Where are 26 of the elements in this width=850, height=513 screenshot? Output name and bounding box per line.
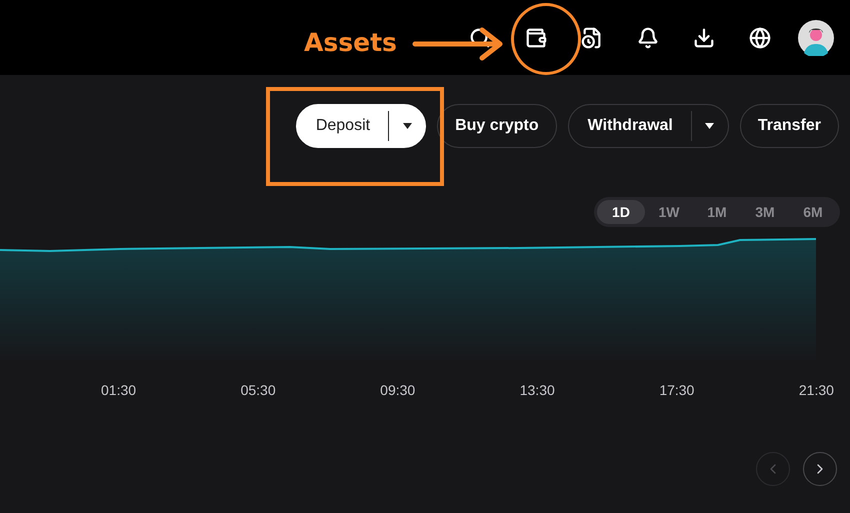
- axis-label: 01:30: [101, 382, 136, 398]
- action-button[interactable]: Transfer: [740, 104, 839, 148]
- annotation-circle: [511, 3, 581, 75]
- axis-label: 21:30: [798, 382, 834, 398]
- axis-label: 17:30: [659, 382, 694, 398]
- annotation-label: Assets: [304, 28, 397, 57]
- period-tab[interactable]: 1W: [645, 200, 693, 224]
- wallet-icon[interactable]: [525, 26, 547, 48]
- axis-label: 13:30: [520, 382, 555, 398]
- action-button[interactable]: Withdrawal: [568, 104, 729, 148]
- axis-label: 05:30: [240, 382, 276, 398]
- download-icon[interactable]: [693, 26, 715, 48]
- notifications-icon[interactable]: [637, 26, 659, 48]
- caret-icon: [705, 123, 714, 129]
- caret-icon: [402, 123, 412, 129]
- period-tab[interactable]: 3M: [741, 200, 789, 224]
- period-tab[interactable]: 6M: [789, 200, 837, 224]
- period-tab[interactable]: 1M: [693, 200, 741, 224]
- axis-label: 09:30: [380, 382, 416, 398]
- avatar-icon[interactable]: [798, 20, 834, 56]
- document-clock-icon[interactable]: [581, 26, 603, 48]
- action-button[interactable]: Buy crypto: [437, 104, 557, 148]
- globe-icon[interactable]: [749, 26, 771, 48]
- period-tab[interactable]: 1D: [597, 200, 645, 224]
- action-button[interactable]: Deposit: [296, 104, 426, 148]
- search-icon[interactable]: [469, 26, 491, 48]
